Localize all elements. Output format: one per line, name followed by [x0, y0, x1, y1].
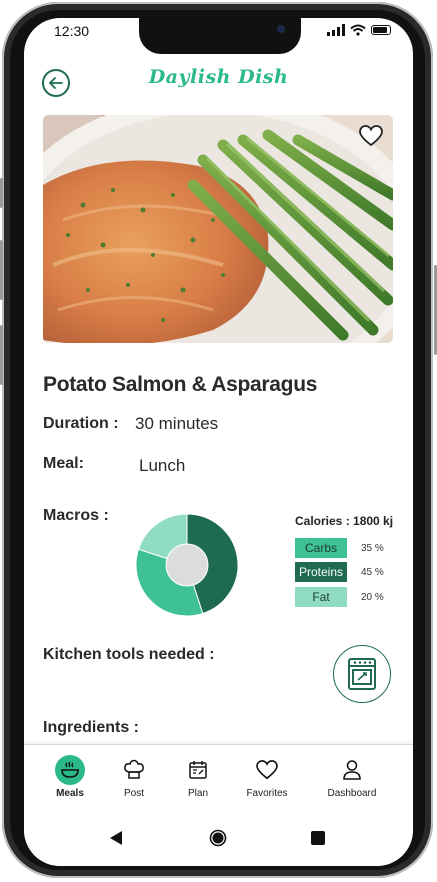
signal-icon	[327, 24, 345, 36]
mute-switch	[0, 178, 3, 208]
macro-percent: 45 %	[361, 566, 384, 578]
recipe-image	[43, 115, 393, 343]
front-camera	[277, 25, 285, 33]
system-nav-bar	[24, 814, 413, 866]
duration-label: Duration :	[43, 415, 119, 432]
meal-label: Meal:	[43, 455, 84, 472]
bottom-tab-bar: Meals Post Plan Favorites Dashboard	[24, 744, 413, 815]
chef-hat-icon	[124, 759, 144, 779]
macro-chip: Fat	[295, 587, 347, 607]
triangle-back-icon	[110, 831, 122, 845]
notch	[139, 18, 301, 54]
macros-donut-chart	[135, 513, 239, 617]
app-title: Daylish Dish	[148, 66, 289, 88]
volume-down-button	[0, 325, 3, 385]
tab-label: Meals	[56, 788, 84, 799]
ingredients-label: Ingredients :	[43, 719, 140, 736]
macro-percent: 20 %	[361, 591, 384, 603]
tab-label: Plan	[187, 788, 208, 799]
macro-chip: Carbs	[295, 538, 347, 558]
nav-back-button[interactable]	[106, 828, 126, 848]
macro-row-fat: Fat 20 %	[295, 587, 384, 607]
tab-label: Dashboard	[327, 788, 377, 799]
wifi-icon	[350, 24, 366, 36]
duration-value: 30 minutes	[135, 414, 219, 433]
macro-percent: 35 %	[361, 542, 384, 554]
favorite-button[interactable]	[358, 123, 384, 149]
home-circle-icon	[209, 829, 227, 847]
status-time: 12:30	[54, 23, 90, 39]
macro-chip: Proteins	[295, 562, 347, 582]
screen: 12:30 Daylish Dish Potato Salmon & Aspar…	[24, 18, 413, 866]
salmon-asparagus-illustration	[43, 115, 393, 343]
battery-icon	[371, 25, 391, 35]
macro-row-carbs: Carbs 35 %	[295, 538, 384, 558]
tab-plan[interactable]: Plan	[163, 755, 233, 799]
oven-tool-button[interactable]	[333, 645, 391, 703]
recipe-title: Potato Salmon & Asparagus	[43, 373, 318, 396]
tab-favorites[interactable]: Favorites	[232, 755, 302, 799]
macros-label: Macros :	[43, 507, 109, 524]
square-recents-icon	[311, 831, 325, 845]
calendar-icon	[189, 761, 207, 779]
tab-label: Post	[123, 788, 144, 799]
heart-icon	[256, 760, 278, 780]
bowl-icon	[61, 761, 79, 778]
nav-recents-button[interactable]	[308, 828, 328, 848]
tab-label: Favorites	[246, 788, 288, 799]
donut-hole	[165, 543, 209, 587]
calories-value: Calories : 1800 kj	[295, 514, 394, 528]
macro-row-proteins: Proteins 45 %	[295, 562, 384, 582]
status-icons	[327, 24, 391, 36]
meal-value: Lunch	[139, 456, 186, 475]
kitchen-tools-label: Kitchen tools needed :	[43, 646, 215, 663]
user-icon	[343, 760, 361, 780]
tab-meals[interactable]: Meals	[35, 755, 105, 799]
nav-home-button[interactable]	[208, 828, 228, 848]
oven-icon	[348, 658, 376, 690]
volume-up-button	[0, 240, 3, 300]
tab-post[interactable]: Post	[99, 755, 169, 799]
tab-dashboard[interactable]: Dashboard	[317, 755, 387, 799]
heart-icon	[359, 125, 383, 147]
